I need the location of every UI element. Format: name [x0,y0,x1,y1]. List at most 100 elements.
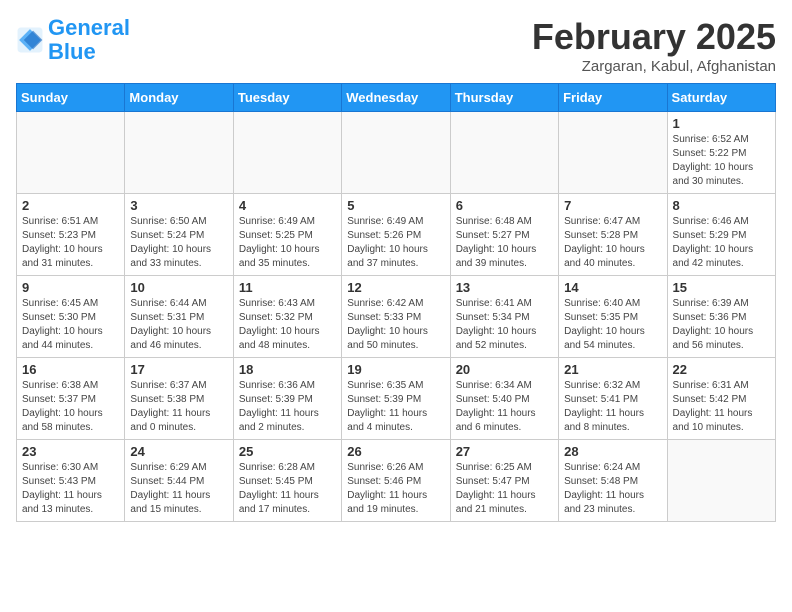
weekday-header-monday: Monday [125,84,233,112]
day-number: 4 [239,198,336,213]
calendar-week-row: 2 Sunrise: 6:51 AM Sunset: 5:23 PM Daylig… [17,194,776,276]
day-info: Sunrise: 6:28 AM Sunset: 5:45 PM Dayligh… [239,461,336,517]
day-number: 8 [673,198,770,213]
calendar-cell: 13 Sunrise: 6:41 AM Sunset: 5:34 PM Dayli… [450,276,558,358]
calendar-cell: 14Sunrise: 6:40 AM Sunset: 5:35 PM Dayli… [559,276,667,358]
day-number: 24 [130,444,227,459]
calendar-week-row: 1Sunrise: 6:52 AM Sunset: 5:22 PM Daylig… [17,112,776,194]
day-info: Sunrise: 6:24 AM Sunset: 5:48 PM Dayligh… [564,461,661,517]
day-number: 15 [673,280,770,295]
calendar-cell: 17 Sunrise: 6:37 AM Sunset: 5:38 PM Dayli… [125,358,233,440]
calendar-cell [17,112,125,194]
logo-blue: Blue [48,39,96,64]
day-info: Sunrise: 6:35 AM Sunset: 5:39 PM Dayligh… [347,379,444,435]
calendar-cell: 6 Sunrise: 6:48 AM Sunset: 5:27 PM Daylig… [450,194,558,276]
day-number: 19 [347,362,444,377]
title-area: February 2025 Zargaran, Kabul, Afghanist… [532,16,776,75]
calendar-cell [125,112,233,194]
weekday-header-friday: Friday [559,84,667,112]
calendar-cell: 4 Sunrise: 6:49 AM Sunset: 5:25 PM Daylig… [233,194,341,276]
day-info: Sunrise: 6:34 AM Sunset: 5:40 PM Dayligh… [456,379,553,435]
day-info: Sunrise: 6:48 AM Sunset: 5:27 PM Dayligh… [456,215,553,271]
month-title: February 2025 [532,16,776,58]
calendar-cell: 1Sunrise: 6:52 AM Sunset: 5:22 PM Daylig… [667,112,775,194]
day-number: 23 [22,444,119,459]
day-number: 22 [673,362,770,377]
weekday-header-saturday: Saturday [667,84,775,112]
day-number: 6 [456,198,553,213]
calendar-week-row: 16Sunrise: 6:38 AM Sunset: 5:37 PM Dayli… [17,358,776,440]
day-number: 25 [239,444,336,459]
day-info: Sunrise: 6:44 AM Sunset: 5:31 PM Dayligh… [130,297,227,353]
day-info: Sunrise: 6:30 AM Sunset: 5:43 PM Dayligh… [22,461,119,517]
logo: General Blue [16,16,130,64]
day-number: 10 [130,280,227,295]
day-info: Sunrise: 6:36 AM Sunset: 5:39 PM Dayligh… [239,379,336,435]
day-info: Sunrise: 6:31 AM Sunset: 5:42 PM Dayligh… [673,379,770,435]
calendar-cell: 20 Sunrise: 6:34 AM Sunset: 5:40 PM Dayli… [450,358,558,440]
day-number: 28 [564,444,661,459]
day-info: Sunrise: 6:41 AM Sunset: 5:34 PM Dayligh… [456,297,553,353]
day-info: Sunrise: 6:39 AM Sunset: 5:36 PM Dayligh… [673,297,770,353]
page-header: General Blue February 2025 Zargaran, Kab… [16,16,776,75]
day-info: Sunrise: 6:50 AM Sunset: 5:24 PM Dayligh… [130,215,227,271]
weekday-header-tuesday: Tuesday [233,84,341,112]
calendar-cell: 24 Sunrise: 6:29 AM Sunset: 5:44 PM Dayli… [125,440,233,522]
day-info: Sunrise: 6:26 AM Sunset: 5:46 PM Dayligh… [347,461,444,517]
day-number: 3 [130,198,227,213]
day-number: 12 [347,280,444,295]
calendar-cell [450,112,558,194]
day-info: Sunrise: 6:25 AM Sunset: 5:47 PM Dayligh… [456,461,553,517]
calendar-week-row: 9Sunrise: 6:45 AM Sunset: 5:30 PM Daylig… [17,276,776,358]
day-info: Sunrise: 6:49 AM Sunset: 5:25 PM Dayligh… [239,215,336,271]
day-info: Sunrise: 6:43 AM Sunset: 5:32 PM Dayligh… [239,297,336,353]
logo-icon [16,26,44,54]
day-info: Sunrise: 6:29 AM Sunset: 5:44 PM Dayligh… [130,461,227,517]
day-info: Sunrise: 6:45 AM Sunset: 5:30 PM Dayligh… [22,297,119,353]
calendar-cell: 8 Sunrise: 6:46 AM Sunset: 5:29 PM Daylig… [667,194,775,276]
calendar-cell: 15 Sunrise: 6:39 AM Sunset: 5:36 PM Dayli… [667,276,775,358]
day-number: 26 [347,444,444,459]
day-number: 17 [130,362,227,377]
day-number: 2 [22,198,119,213]
calendar-cell: 11 Sunrise: 6:43 AM Sunset: 5:32 PM Dayli… [233,276,341,358]
calendar-cell: 21 Sunrise: 6:32 AM Sunset: 5:41 PM Dayli… [559,358,667,440]
day-number: 7 [564,198,661,213]
calendar-cell: 19 Sunrise: 6:35 AM Sunset: 5:39 PM Dayli… [342,358,450,440]
weekday-header-wednesday: Wednesday [342,84,450,112]
day-info: Sunrise: 6:37 AM Sunset: 5:38 PM Dayligh… [130,379,227,435]
day-info: Sunrise: 6:49 AM Sunset: 5:26 PM Dayligh… [347,215,444,271]
day-info: Sunrise: 6:51 AM Sunset: 5:23 PM Dayligh… [22,215,119,271]
calendar-cell: 3 Sunrise: 6:50 AM Sunset: 5:24 PM Daylig… [125,194,233,276]
calendar-cell: 28 Sunrise: 6:24 AM Sunset: 5:48 PM Dayli… [559,440,667,522]
day-number: 20 [456,362,553,377]
calendar-cell: 27Sunrise: 6:25 AM Sunset: 5:47 PM Dayli… [450,440,558,522]
logo-general: General [48,15,130,40]
calendar-cell: 9Sunrise: 6:45 AM Sunset: 5:30 PM Daylig… [17,276,125,358]
logo-text: General Blue [48,16,130,64]
day-info: Sunrise: 6:32 AM Sunset: 5:41 PM Dayligh… [564,379,661,435]
calendar-cell [233,112,341,194]
day-number: 21 [564,362,661,377]
calendar-cell: 7 Sunrise: 6:47 AM Sunset: 5:28 PM Daylig… [559,194,667,276]
calendar-cell [667,440,775,522]
day-info: Sunrise: 6:47 AM Sunset: 5:28 PM Dayligh… [564,215,661,271]
day-number: 18 [239,362,336,377]
calendar-cell [342,112,450,194]
calendar-cell: 22 Sunrise: 6:31 AM Sunset: 5:42 PM Dayli… [667,358,775,440]
weekday-header-sunday: Sunday [17,84,125,112]
calendar-cell: 2 Sunrise: 6:51 AM Sunset: 5:23 PM Daylig… [17,194,125,276]
day-number: 14 [564,280,661,295]
day-number: 11 [239,280,336,295]
calendar-cell: 23 Sunrise: 6:30 AM Sunset: 5:43 PM Dayli… [17,440,125,522]
calendar-cell [559,112,667,194]
calendar-cell: 18 Sunrise: 6:36 AM Sunset: 5:39 PM Dayli… [233,358,341,440]
calendar-cell: 26 Sunrise: 6:26 AM Sunset: 5:46 PM Dayli… [342,440,450,522]
day-info: Sunrise: 6:46 AM Sunset: 5:29 PM Dayligh… [673,215,770,271]
calendar-cell: 16Sunrise: 6:38 AM Sunset: 5:37 PM Dayli… [17,358,125,440]
day-number: 13 [456,280,553,295]
day-number: 16 [22,362,119,377]
calendar-table: SundayMondayTuesdayWednesdayThursdayFrid… [16,83,776,522]
calendar-week-row: 23 Sunrise: 6:30 AM Sunset: 5:43 PM Dayli… [17,440,776,522]
location-title: Zargaran, Kabul, Afghanistan [532,58,776,75]
